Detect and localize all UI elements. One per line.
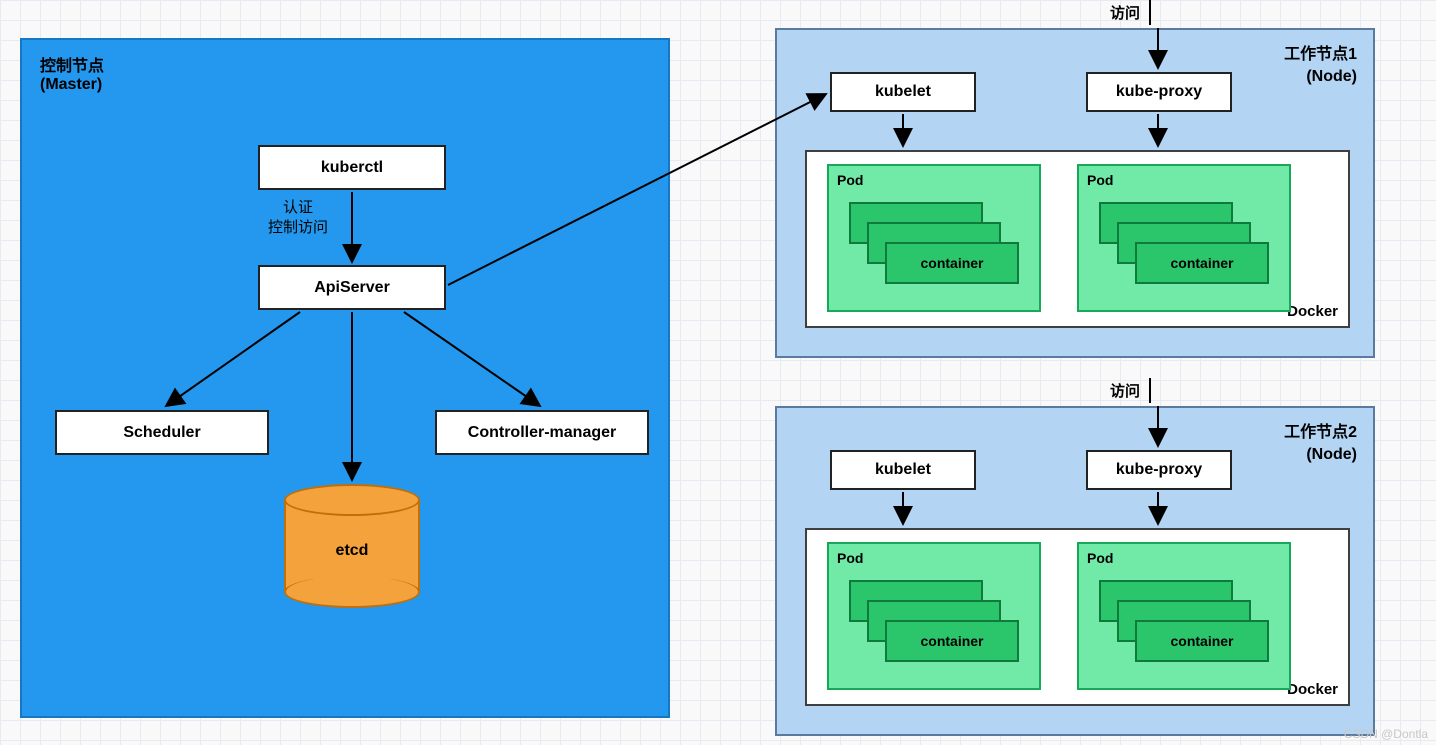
arrows-layer <box>0 0 1436 745</box>
